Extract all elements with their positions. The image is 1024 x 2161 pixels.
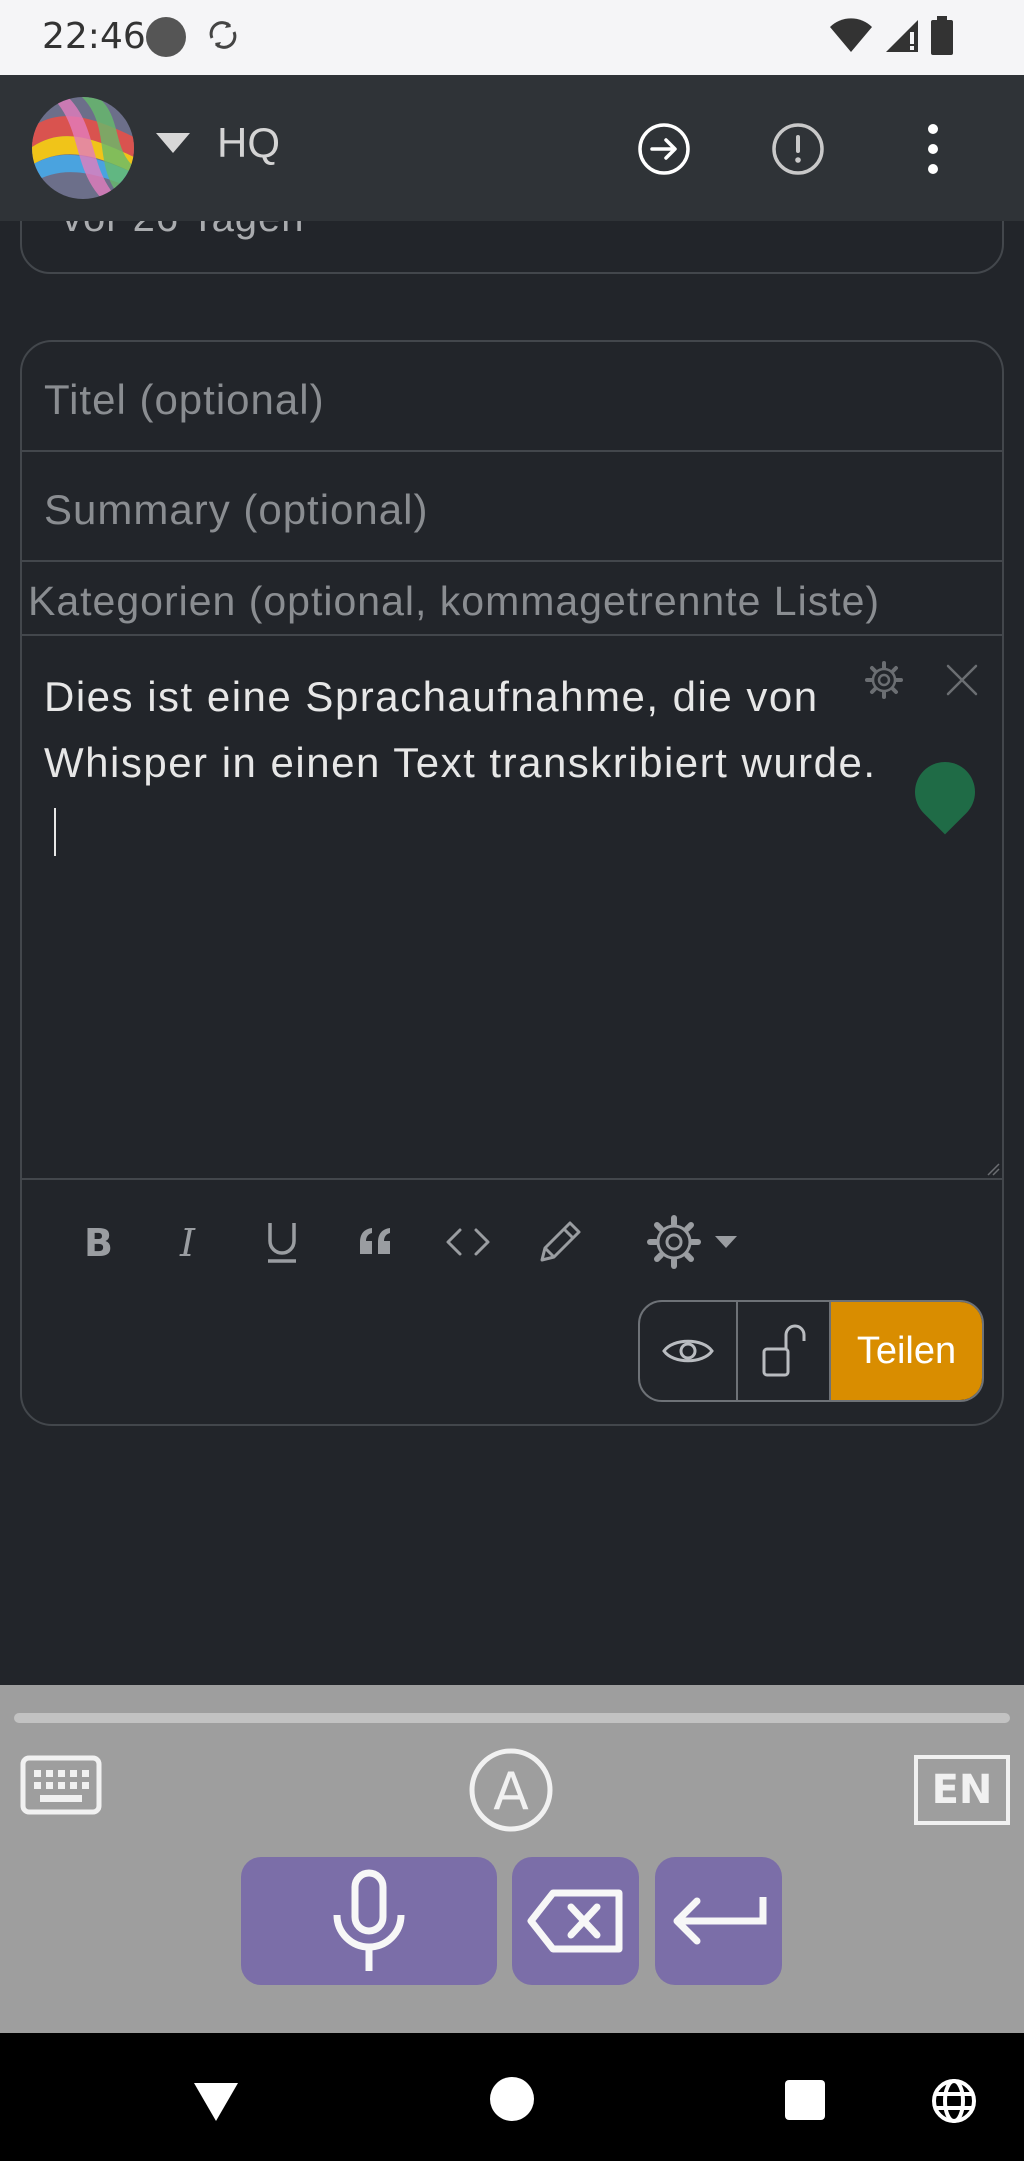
bold-icon: B xyxy=(84,1222,113,1262)
microphone-button[interactable] xyxy=(241,1857,497,1985)
bold-button[interactable]: B xyxy=(70,1214,126,1270)
alert-circle-icon[interactable] xyxy=(770,121,826,177)
categories-placeholder: Kategorien (optional, kommagetrennte Lis… xyxy=(28,578,881,624)
gear-icon[interactable] xyxy=(864,660,904,700)
microphone-icon xyxy=(333,1869,405,1971)
post-actions: Teilen xyxy=(638,1300,984,1402)
sync-icon xyxy=(209,21,237,49)
status-time: 22:46 xyxy=(42,16,146,57)
status-bar: 22:46 xyxy=(0,0,1024,75)
home-circle-icon[interactable] xyxy=(488,2075,536,2123)
chevron-down-icon xyxy=(715,1236,737,1248)
body-textarea[interactable]: Dies ist eine Sprachaufnahme, die von Wh… xyxy=(22,636,1002,1180)
avatar-image xyxy=(32,97,134,199)
backspace-icon xyxy=(527,1889,622,1953)
more-vertical-icon[interactable] xyxy=(905,121,961,177)
language-button[interactable]: EN xyxy=(914,1755,1010,1825)
title-field[interactable]: Titel (optional) xyxy=(22,342,1002,452)
share-button[interactable]: Teilen xyxy=(831,1302,982,1400)
screen: 22:46 vor 26 Tagen xyxy=(0,0,1024,2161)
enter-button[interactable] xyxy=(655,1857,782,1985)
code-icon xyxy=(446,1228,490,1256)
arrow-right-circle-icon[interactable] xyxy=(636,121,692,177)
code-button[interactable] xyxy=(440,1214,496,1270)
formatting-toolbar: B I xyxy=(22,1182,1002,1292)
enter-arrow-icon xyxy=(673,1897,766,1945)
summary-field[interactable]: Summary (optional) xyxy=(22,452,1002,562)
app-header: HQ xyxy=(0,75,1024,221)
avatar[interactable] xyxy=(32,97,134,199)
underline-button[interactable] xyxy=(254,1214,310,1270)
svg-text:B: B xyxy=(84,1222,113,1262)
text-cursor xyxy=(54,807,56,856)
back-triangle-icon[interactable] xyxy=(192,2081,240,2123)
eye-icon xyxy=(662,1339,714,1363)
signal-icon xyxy=(886,20,918,52)
body-text: Dies ist eine Sprachaufnahme, die von Wh… xyxy=(44,664,884,862)
body-text-content: Dies ist eine Sprachaufnahme, die von Wh… xyxy=(44,673,877,786)
draw-button[interactable] xyxy=(532,1214,588,1270)
globe-icon[interactable] xyxy=(930,2077,978,2125)
summary-placeholder: Summary (optional) xyxy=(44,486,429,533)
keyboard-progress-bar xyxy=(14,1713,1010,1723)
close-icon[interactable] xyxy=(944,662,980,698)
recents-square-icon[interactable] xyxy=(784,2079,826,2121)
italic-button[interactable]: I xyxy=(162,1214,218,1270)
visibility-button[interactable] xyxy=(738,1302,831,1400)
categories-field[interactable]: Kategorien (optional, kommagetrennte Lis… xyxy=(22,562,1002,636)
auto-mode-icon[interactable]: A xyxy=(468,1747,554,1833)
account-dropdown-icon[interactable] xyxy=(156,133,190,153)
system-nav-bar xyxy=(0,2033,1024,2161)
status-icons xyxy=(828,14,954,58)
settings-dropdown-button[interactable] xyxy=(642,1214,742,1270)
pencil-icon xyxy=(540,1221,581,1262)
unlock-icon xyxy=(762,1324,805,1377)
italic-icon: I xyxy=(179,1222,196,1262)
preview-button[interactable] xyxy=(640,1302,738,1400)
keyboard-icon[interactable] xyxy=(20,1755,102,1815)
title-placeholder: Titel (optional) xyxy=(44,376,325,423)
resize-handle-icon[interactable] xyxy=(986,1162,1000,1176)
text-selection-handle[interactable] xyxy=(902,749,988,835)
page-title[interactable]: HQ xyxy=(217,119,280,167)
underline-icon xyxy=(268,1223,296,1263)
gear-icon xyxy=(647,1215,701,1269)
svg-text:A: A xyxy=(493,1762,529,1822)
svg-text:I: I xyxy=(179,1222,196,1262)
backspace-button[interactable] xyxy=(512,1857,639,1985)
post-composer: Titel (optional) Summary (optional) Kate… xyxy=(20,340,1004,1426)
notification-dot-icon xyxy=(146,17,186,57)
battery-icon xyxy=(931,16,953,55)
quote-button[interactable] xyxy=(348,1214,404,1270)
wifi-icon xyxy=(830,18,872,52)
quote-icon xyxy=(360,1228,390,1254)
voice-keyboard: A EN xyxy=(0,1685,1024,2033)
